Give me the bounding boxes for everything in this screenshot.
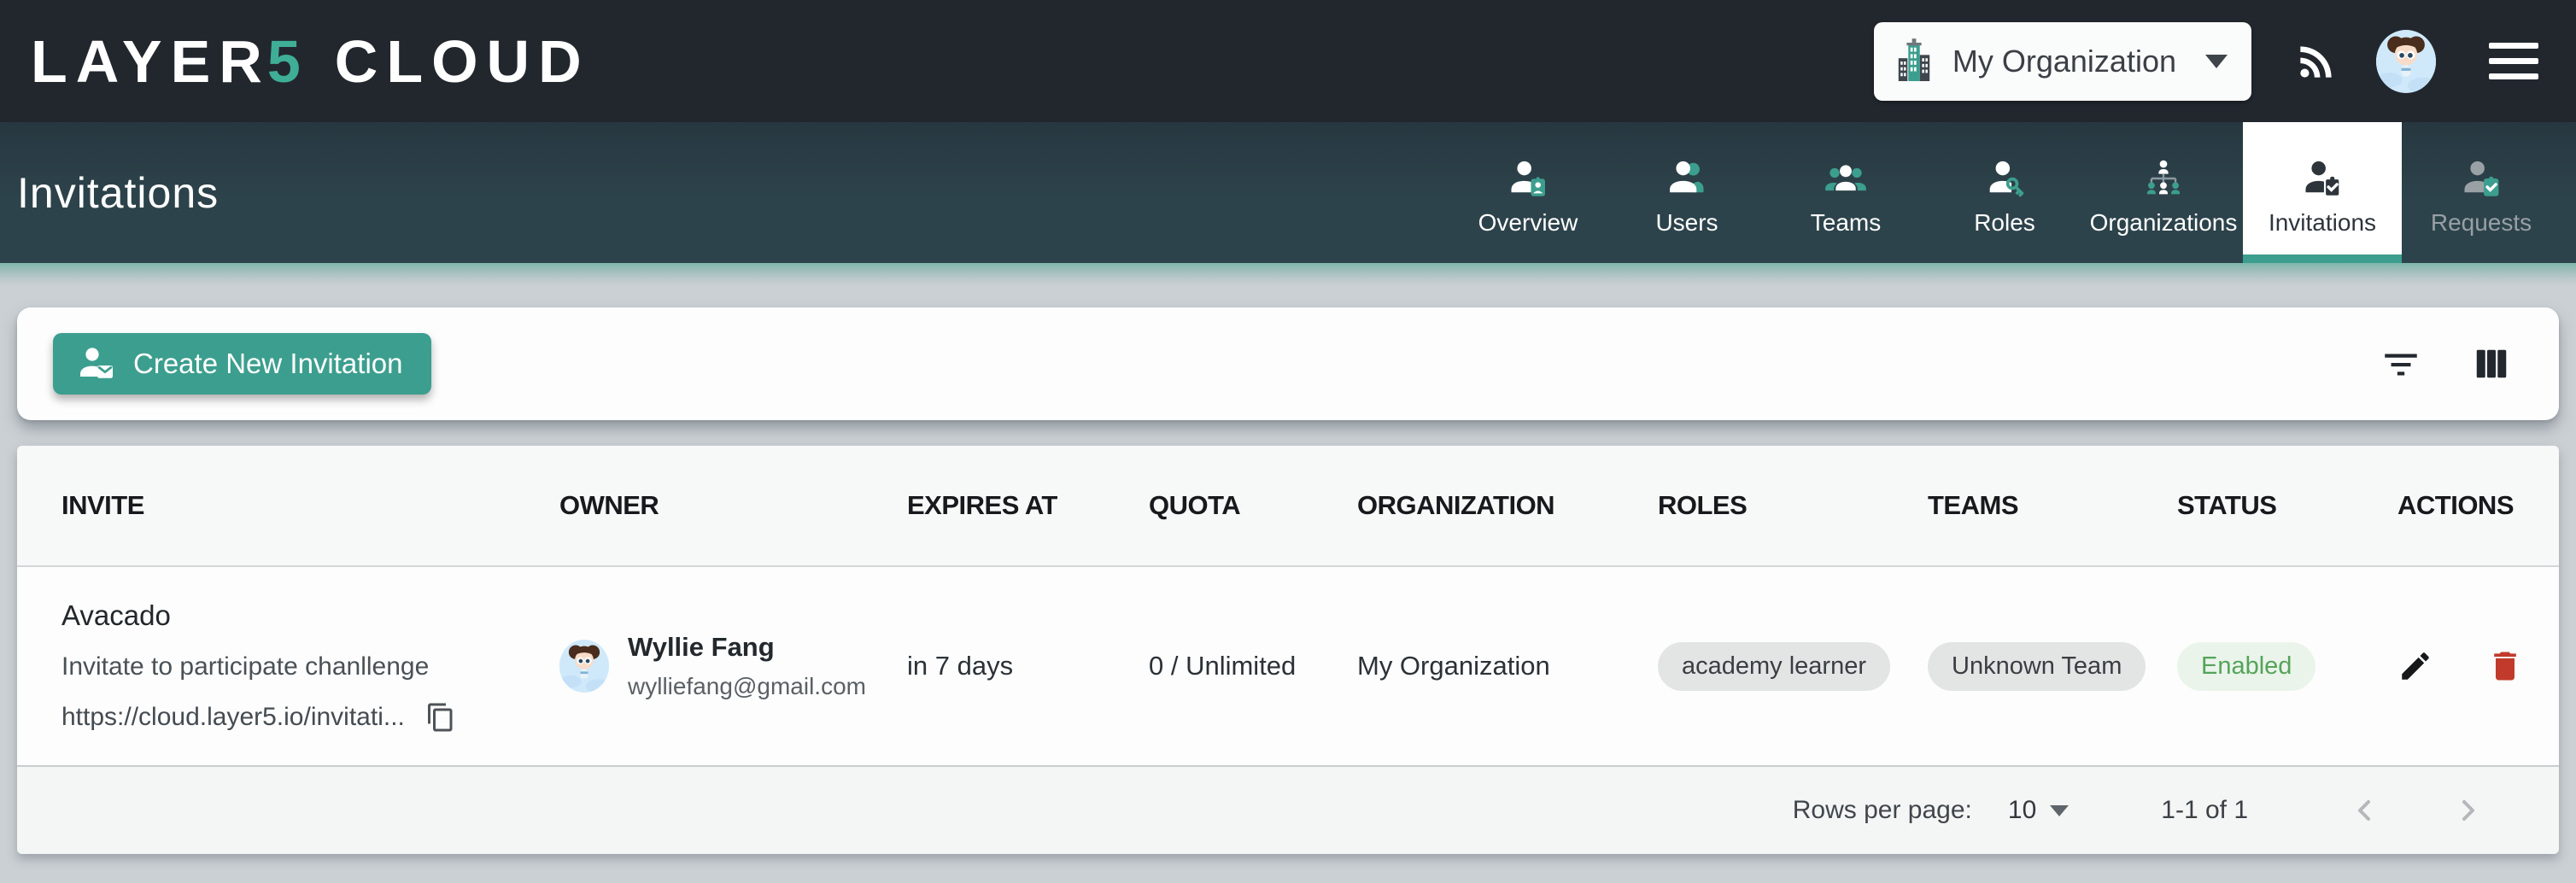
tab-roles[interactable]: Roles bbox=[1925, 122, 2084, 263]
chevron-down-icon bbox=[2050, 805, 2069, 816]
column-header-teams[interactable]: TEAMS bbox=[1928, 490, 2177, 521]
column-header-status[interactable]: STATUS bbox=[2177, 490, 2397, 521]
chevron-down-icon bbox=[2205, 55, 2228, 68]
owner-name: Wyllie Fang bbox=[628, 632, 866, 663]
person-key-icon bbox=[1982, 155, 2027, 201]
feed-icon[interactable] bbox=[2292, 38, 2340, 85]
people-icon bbox=[1665, 155, 1709, 201]
navbar-gradient-divider bbox=[0, 263, 2576, 285]
invite-name: Avacado bbox=[61, 599, 534, 632]
person-envelope-icon bbox=[75, 343, 116, 384]
roles-cell: academy learner bbox=[1658, 642, 1928, 691]
invitations-toolbar: Create New Invitation bbox=[17, 307, 2559, 420]
actions-cell bbox=[2397, 647, 2559, 685]
organization-cell: My Organization bbox=[1357, 651, 1658, 681]
owner-avatar bbox=[559, 640, 609, 693]
nav-tabs: Overview Users bbox=[1449, 122, 2561, 263]
rows-per-page-label: Rows per page: bbox=[1793, 796, 1972, 825]
expires-at-cell: in 7 days bbox=[907, 651, 1149, 681]
column-header-invite[interactable]: INVITE bbox=[61, 490, 559, 521]
rows-per-page-value: 10 bbox=[2008, 796, 2036, 825]
previous-page-button[interactable] bbox=[2347, 793, 2381, 827]
invite-link[interactable]: https://cloud.layer5.io/invitati... bbox=[61, 703, 405, 732]
logo-text-layer: LAYER bbox=[31, 27, 271, 96]
edit-pencil-icon[interactable] bbox=[2397, 648, 2433, 684]
person-badge-icon bbox=[1506, 155, 1550, 201]
filter-icon[interactable] bbox=[2380, 342, 2422, 385]
person-check-icon bbox=[2459, 155, 2503, 201]
invite-cell: Avacado Invitate to participate chanllen… bbox=[61, 599, 559, 733]
owner-email: wylliefang@gmail.com bbox=[628, 673, 866, 700]
column-header-organization[interactable]: ORGANIZATION bbox=[1357, 490, 1658, 521]
tab-label: Invitations bbox=[2269, 209, 2376, 237]
tab-users[interactable]: Users bbox=[1607, 122, 1766, 263]
next-page-button[interactable] bbox=[2451, 793, 2485, 827]
tab-requests[interactable]: Requests bbox=[2402, 122, 2561, 263]
table-header-row: INVITE OWNER EXPIRES AT QUOTA ORGANIZATI… bbox=[17, 446, 2559, 567]
column-header-expires-at[interactable]: EXPIRES AT bbox=[907, 490, 1149, 521]
create-new-invitation-button[interactable]: Create New Invitation bbox=[53, 333, 431, 395]
layer5-cloud-logo[interactable]: LAYER5 CLOUD bbox=[31, 27, 590, 96]
tab-label: Requests bbox=[2431, 209, 2532, 237]
copy-icon[interactable] bbox=[425, 702, 456, 733]
invitations-table: INVITE OWNER EXPIRES AT QUOTA ORGANIZATI… bbox=[17, 446, 2559, 854]
column-header-owner[interactable]: OWNER bbox=[559, 490, 907, 521]
team-chip: Unknown Team bbox=[1928, 642, 2146, 691]
user-avatar[interactable] bbox=[2376, 30, 2436, 93]
invite-description: Invitate to participate chanllenge bbox=[61, 652, 534, 681]
building-icon bbox=[1894, 38, 1934, 85]
section-navbar: Invitations Overview bbox=[0, 122, 2576, 263]
tab-label: Roles bbox=[1974, 209, 2035, 237]
top-app-bar: LAYER5 CLOUD bbox=[0, 0, 2576, 122]
logo-digit-5: 5 bbox=[267, 27, 309, 96]
layer5-cloud-app: LAYER5 CLOUD bbox=[0, 0, 2576, 883]
tab-organizations[interactable]: Organizations bbox=[2084, 122, 2243, 263]
org-chart-icon bbox=[2141, 155, 2186, 201]
columns-icon[interactable] bbox=[2472, 344, 2511, 383]
tab-overview[interactable]: Overview bbox=[1449, 122, 1607, 263]
status-cell: Enabled bbox=[2177, 642, 2397, 691]
teams-cell: Unknown Team bbox=[1928, 642, 2177, 691]
tab-label: Teams bbox=[1811, 209, 1881, 237]
tab-invitations[interactable]: Invitations bbox=[2243, 122, 2402, 263]
tab-teams[interactable]: Teams bbox=[1766, 122, 1925, 263]
hamburger-menu-icon[interactable] bbox=[2489, 43, 2538, 79]
column-header-actions[interactable]: ACTIONS bbox=[2397, 490, 2559, 521]
organization-selector[interactable]: My Organization bbox=[1874, 22, 2251, 101]
table-toolbar-actions bbox=[2380, 342, 2511, 385]
logo-text-cloud: CLOUD bbox=[335, 27, 590, 96]
quota-cell: 0 / Unlimited bbox=[1149, 651, 1357, 681]
delete-trash-icon[interactable] bbox=[2486, 647, 2524, 685]
table-row: Avacado Invitate to participate chanllen… bbox=[17, 567, 2559, 767]
table-pagination: Rows per page: 10 1-1 of 1 bbox=[17, 767, 2559, 854]
page-title: Invitations bbox=[17, 168, 219, 218]
column-header-quota[interactable]: QUOTA bbox=[1149, 490, 1357, 521]
tab-label: Users bbox=[1655, 209, 1718, 237]
rows-per-page-select[interactable]: 10 bbox=[2008, 796, 2069, 825]
create-button-label: Create New Invitation bbox=[133, 348, 402, 380]
organization-selector-value: My Organization bbox=[1952, 44, 2176, 79]
person-check-icon bbox=[2300, 155, 2345, 201]
pagination-range: 1-1 of 1 bbox=[2161, 796, 2248, 825]
column-header-roles[interactable]: ROLES bbox=[1658, 490, 1928, 521]
tab-label: Organizations bbox=[2090, 209, 2238, 237]
tab-label: Overview bbox=[1478, 209, 1578, 237]
status-badge: Enabled bbox=[2177, 642, 2315, 691]
owner-cell: Wyllie Fang wylliefang@gmail.com bbox=[559, 632, 907, 700]
group-icon bbox=[1822, 155, 1870, 201]
role-chip: academy learner bbox=[1658, 642, 1890, 691]
